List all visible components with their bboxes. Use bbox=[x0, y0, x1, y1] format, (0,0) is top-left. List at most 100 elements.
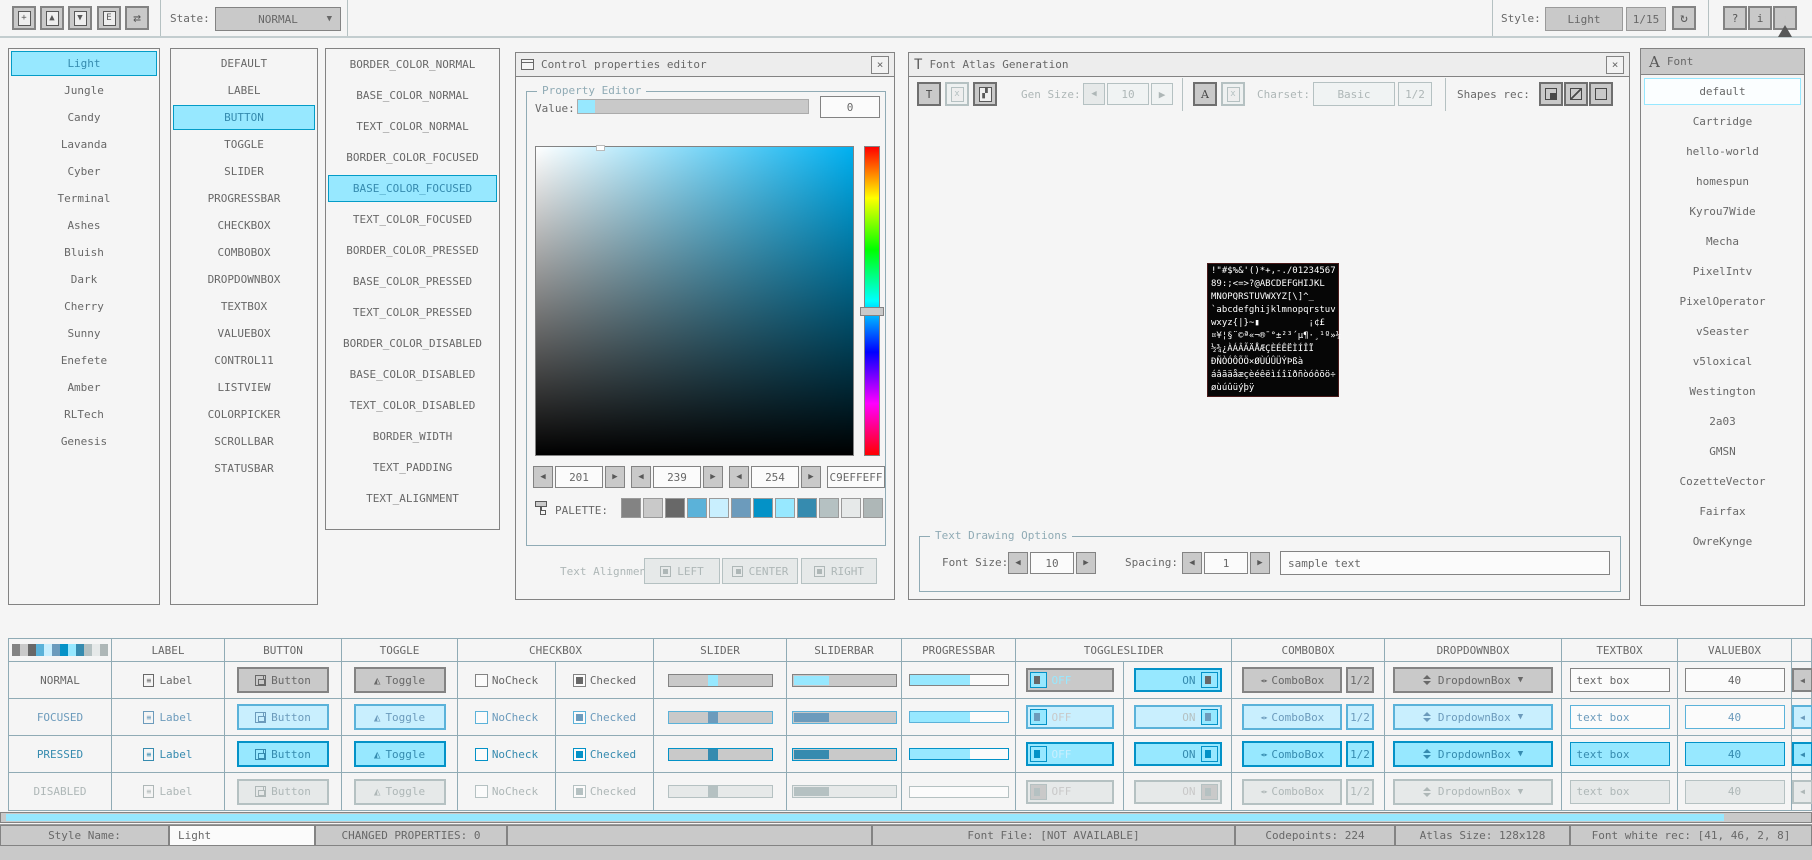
style-index-button[interactable]: 1/15 bbox=[1626, 7, 1666, 31]
font-item-vseaster[interactable]: vSeaster bbox=[1644, 318, 1801, 345]
issue-button[interactable]: ! bbox=[1773, 6, 1797, 30]
control-item-progressbar[interactable]: PROGRESSBAR bbox=[173, 186, 315, 211]
demo-checkbox-unchecked[interactable]: NoCheck bbox=[475, 785, 538, 798]
palette-color-5[interactable] bbox=[731, 498, 751, 518]
close-icon[interactable]: × bbox=[1606, 56, 1624, 74]
property-item-text_color_normal[interactable]: TEXT_COLOR_NORMAL bbox=[328, 113, 497, 140]
font-size-value[interactable]: 10 bbox=[1030, 552, 1074, 574]
demo-toggle[interactable]: ◭Toggle bbox=[354, 704, 446, 730]
property-item-border_color_focused[interactable]: BORDER_COLOR_FOCUSED bbox=[328, 144, 497, 171]
demo-toggleslider-on[interactable]: ON bbox=[1134, 742, 1222, 766]
demo-checkbox-checked[interactable]: Checked bbox=[573, 711, 636, 724]
control-item-button[interactable]: BUTTON bbox=[173, 105, 315, 130]
palette-color-1[interactable] bbox=[643, 498, 663, 518]
demo-combobox[interactable]: ◂▸ComboBox bbox=[1242, 667, 1342, 693]
demo-toggleslider-off[interactable]: OFF bbox=[1026, 742, 1114, 766]
random-style-button[interactable]: ⇄ bbox=[125, 6, 149, 30]
control-item-checkbox[interactable]: CHECKBOX bbox=[173, 213, 315, 238]
property-item-text_color_focused[interactable]: TEXT_COLOR_FOCUSED bbox=[328, 206, 497, 233]
export-image-button[interactable]: ▞ bbox=[973, 82, 997, 106]
demo-sliderbar[interactable] bbox=[792, 711, 897, 724]
open-file-button[interactable]: ▲ bbox=[40, 6, 64, 30]
font-listview[interactable]: defaultCartridgehello-worldhomespunKyrou… bbox=[1641, 78, 1804, 555]
font-clear-button[interactable]: x bbox=[1221, 82, 1245, 106]
demo-dropdownbox[interactable]: DropdownBox▼ bbox=[1393, 741, 1553, 767]
state-dropdown[interactable]: NORMAL ▼ bbox=[215, 7, 341, 31]
font-item-westington[interactable]: Westington bbox=[1644, 378, 1801, 405]
color-panel[interactable] bbox=[535, 146, 854, 456]
style-item-rltech[interactable]: RLTech bbox=[11, 402, 157, 427]
demo-button[interactable]: Button bbox=[237, 704, 329, 730]
font-item-2a03[interactable]: 2a03 bbox=[1644, 408, 1801, 435]
slider-thumb[interactable] bbox=[708, 675, 718, 686]
demo-valuebox[interactable]: 40 bbox=[1685, 780, 1785, 804]
clear-font-button[interactable]: x bbox=[945, 82, 969, 106]
demo-combobox-counter[interactable]: 1/2 bbox=[1346, 704, 1374, 730]
controls-listview[interactable]: DEFAULTLABELBUTTONTOGGLESLIDERPROGRESSBA… bbox=[170, 48, 318, 605]
control-item-colorpicker[interactable]: COLORPICKER bbox=[173, 402, 315, 427]
green-value-box[interactable]: 239 bbox=[653, 466, 701, 488]
shapes-empty-button[interactable] bbox=[1589, 82, 1613, 106]
property-item-text_color_pressed[interactable]: TEXT_COLOR_PRESSED bbox=[328, 299, 497, 326]
slider-thumb[interactable] bbox=[708, 749, 718, 760]
palette-color-2[interactable] bbox=[665, 498, 685, 518]
font-item-pixeloperator[interactable]: PixelOperator bbox=[1644, 288, 1801, 315]
blue-decrement-button[interactable]: ◀ bbox=[729, 466, 749, 488]
align-center-button[interactable]: CENTER bbox=[722, 558, 798, 584]
font-item-cartridge[interactable]: Cartridge bbox=[1644, 108, 1801, 135]
property-item-base_color_disabled[interactable]: BASE_COLOR_DISABLED bbox=[328, 361, 497, 388]
demo-slider[interactable] bbox=[668, 711, 773, 724]
property-item-text_padding[interactable]: TEXT_PADDING bbox=[328, 454, 497, 481]
export-file-button[interactable]: E bbox=[97, 6, 121, 30]
save-file-button[interactable]: ▼ bbox=[68, 6, 92, 30]
demo-valuebox[interactable]: 40 bbox=[1685, 705, 1785, 729]
color-marker[interactable] bbox=[596, 145, 605, 151]
palette-color-9[interactable] bbox=[819, 498, 839, 518]
demo-combobox-counter[interactable]: 1/2 bbox=[1346, 741, 1374, 767]
font-atlas-image[interactable]: !"#$%&'()*+,-./0123456789:;<=>?@ABCDEFGH… bbox=[1207, 263, 1339, 397]
demo-toggleslider-on[interactable]: ON bbox=[1134, 780, 1222, 804]
demo-checkbox-unchecked[interactable]: NoCheck bbox=[475, 674, 538, 687]
demo-spinner-cut[interactable]: ◀ bbox=[1792, 705, 1812, 729]
info-button[interactable]: i bbox=[1748, 6, 1772, 30]
demo-sliderbar[interactable] bbox=[792, 674, 897, 687]
shapes-slash-button[interactable] bbox=[1564, 82, 1588, 106]
demo-button[interactable]: Button bbox=[237, 741, 329, 767]
control-item-label[interactable]: LABEL bbox=[173, 78, 315, 103]
demo-textbox[interactable]: text box bbox=[1570, 668, 1670, 692]
property-item-border_color_normal[interactable]: BORDER_COLOR_NORMAL bbox=[328, 51, 497, 78]
demo-slider[interactable] bbox=[668, 674, 773, 687]
control-item-toggle[interactable]: TOGGLE bbox=[173, 132, 315, 157]
style-item-lavanda[interactable]: Lavanda bbox=[11, 132, 157, 157]
style-name-button[interactable]: Light bbox=[1545, 7, 1623, 31]
control-item-slider[interactable]: SLIDER bbox=[173, 159, 315, 184]
value-box[interactable]: 0 bbox=[820, 96, 880, 118]
red-increment-button[interactable]: ▶ bbox=[605, 466, 625, 488]
control-item-scrollbar[interactable]: SCROLLBAR bbox=[173, 429, 315, 454]
demo-button[interactable]: Button bbox=[237, 667, 329, 693]
control-properties-titlebar[interactable]: Control properties editor × bbox=[516, 53, 894, 77]
style-item-ashes[interactable]: Ashes bbox=[11, 213, 157, 238]
demo-combobox-counter[interactable]: 1/2 bbox=[1346, 779, 1374, 805]
demo-dropdownbox[interactable]: DropdownBox▼ bbox=[1393, 704, 1553, 730]
control-item-valuebox[interactable]: VALUEBOX bbox=[173, 321, 315, 346]
style-item-sunny[interactable]: Sunny bbox=[11, 321, 157, 346]
style-item-amber[interactable]: Amber bbox=[11, 375, 157, 400]
font-item-fairfax[interactable]: Fairfax bbox=[1644, 498, 1801, 525]
shapes-corner-button[interactable] bbox=[1539, 82, 1563, 106]
font-item-homespun[interactable]: homespun bbox=[1644, 168, 1801, 195]
font-item-kyrou7wide[interactable]: Kyrou7Wide bbox=[1644, 198, 1801, 225]
control-item-listview[interactable]: LISTVIEW bbox=[173, 375, 315, 400]
hue-bar[interactable] bbox=[864, 146, 880, 456]
green-increment-button[interactable]: ▶ bbox=[703, 466, 723, 488]
font-item-hello-world[interactable]: hello-world bbox=[1644, 138, 1801, 165]
hex-value-box[interactable]: C9EFFEFF bbox=[827, 466, 885, 488]
palette-color-3[interactable] bbox=[687, 498, 707, 518]
new-file-button[interactable]: + bbox=[12, 6, 36, 30]
style-item-bluish[interactable]: Bluish bbox=[11, 240, 157, 265]
sample-text-input[interactable]: sample text bbox=[1280, 551, 1610, 575]
font-item-cozettevector[interactable]: CozetteVector bbox=[1644, 468, 1801, 495]
demo-slider[interactable] bbox=[668, 748, 773, 761]
demo-checkbox-checked[interactable]: Checked bbox=[573, 674, 636, 687]
demo-combobox-counter[interactable]: 1/2 bbox=[1346, 667, 1374, 693]
